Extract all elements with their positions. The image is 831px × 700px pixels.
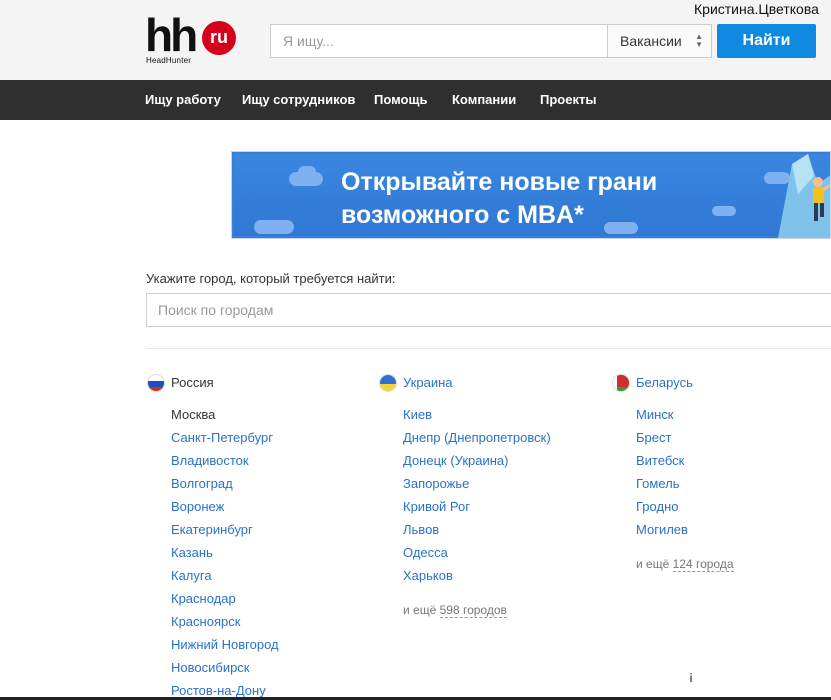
country-name: Украина bbox=[403, 375, 453, 390]
city-link[interactable]: Ростов-на-Дону bbox=[171, 683, 266, 698]
city-link[interactable]: Одесса bbox=[403, 545, 448, 560]
banner-headline: Открывайте новые грани возможного с MBA* bbox=[341, 166, 657, 232]
banner-background: Открывайте новые грани возможного с MBA* bbox=[234, 154, 830, 238]
city-link[interactable]: Красноярск bbox=[171, 614, 240, 629]
logo-text: hh bbox=[145, 9, 198, 61]
cloud-icon bbox=[254, 220, 294, 234]
select-arrows-icon: ▲ ▼ bbox=[695, 32, 703, 49]
city-link[interactable]: Гомель bbox=[636, 476, 680, 491]
climber-illustration bbox=[778, 154, 830, 238]
russia-flag-icon bbox=[147, 374, 165, 392]
city-link[interactable]: Могилев bbox=[636, 522, 688, 537]
divider bbox=[146, 348, 831, 349]
more-cities-link[interactable]: 598 городов bbox=[439, 603, 507, 618]
city-link[interactable]: Калуга bbox=[171, 568, 212, 583]
city-link[interactable]: Санкт-Петербург bbox=[171, 430, 273, 445]
city-link[interactable]: Запорожье bbox=[403, 476, 469, 491]
city-link[interactable]: Киев bbox=[403, 407, 432, 422]
city-link[interactable]: Харьков bbox=[403, 568, 453, 583]
more-cities-ukraine: и ещё 598 городов bbox=[403, 603, 507, 618]
city-link[interactable]: Казань bbox=[171, 545, 213, 560]
nav-item-job-search[interactable]: Ищу работу bbox=[145, 80, 221, 120]
city-link[interactable]: Днепр (Днепропетровск) bbox=[403, 430, 551, 445]
city-link[interactable]: Брест bbox=[636, 430, 671, 445]
belarus-flag-icon bbox=[612, 374, 630, 392]
more-cities-belarus: и ещё 124 города bbox=[636, 557, 734, 572]
more-cities-link[interactable]: 124 города bbox=[672, 557, 734, 572]
nav-item-companies[interactable]: Компании bbox=[452, 80, 516, 120]
city-prompt-label: Укажите город, который требуется найти: bbox=[146, 271, 396, 286]
cloud-icon bbox=[298, 166, 316, 178]
more-prefix: и ещё bbox=[636, 557, 670, 571]
top-header: hh ru HeadHunter Я ищу... Вакансии ▲ ▼ На… bbox=[0, 0, 831, 80]
city-link[interactable]: Кривой Рог bbox=[403, 499, 470, 514]
search-scope-select[interactable]: Вакансии ▲ ▼ bbox=[607, 24, 712, 58]
ukraine-flag-icon bbox=[379, 374, 397, 392]
logo-subtitle: HeadHunter bbox=[146, 56, 192, 65]
recommend-watermark: i RECOMMEND.RU bbox=[681, 666, 831, 692]
city-link[interactable]: Новосибирск bbox=[171, 660, 250, 675]
city-link[interactable]: Витебск bbox=[636, 453, 684, 468]
city-link[interactable]: Краснодар bbox=[171, 591, 236, 606]
country-name: Беларусь bbox=[636, 375, 693, 390]
city-link[interactable]: Минск bbox=[636, 407, 673, 422]
city-link[interactable]: Воронеж bbox=[171, 499, 224, 514]
city-link[interactable]: Екатеринбург bbox=[171, 522, 253, 537]
search-input[interactable]: Я ищу... bbox=[270, 24, 608, 58]
city-link[interactable]: Владивосток bbox=[171, 453, 249, 468]
search-button[interactable]: Найти bbox=[717, 24, 816, 58]
city-link[interactable]: Гродно bbox=[636, 499, 678, 514]
search-scope-label: Вакансии bbox=[620, 33, 682, 49]
ad-banner[interactable]: Открывайте новые грани возможного с MBA* bbox=[231, 151, 831, 239]
city-link[interactable]: Львов bbox=[403, 522, 439, 537]
hh-logo[interactable]: hh ru HeadHunter bbox=[145, 9, 240, 68]
nav-item-help[interactable]: Помощь bbox=[374, 80, 427, 120]
more-prefix: и ещё bbox=[403, 603, 437, 617]
city-link[interactable]: Донецк (Украина) bbox=[403, 453, 509, 468]
city-link[interactable]: Нижний Новгород bbox=[171, 637, 279, 652]
nav-item-projects[interactable]: Проекты bbox=[540, 80, 596, 120]
cloud-icon bbox=[712, 206, 736, 216]
city-link-current[interactable]: Москва bbox=[171, 407, 215, 422]
watermark-badge-icon: i bbox=[681, 668, 701, 688]
username-link[interactable]: Кристина.Цветкова bbox=[694, 1, 819, 17]
logo-badge: ru bbox=[202, 21, 236, 55]
nav-item-employee-search[interactable]: Ищу сотрудников bbox=[242, 80, 355, 120]
banner-line-1: Открывайте новые грани bbox=[341, 168, 658, 196]
city-search-input[interactable]: Поиск по городам bbox=[146, 293, 831, 327]
country-name: Россия bbox=[171, 375, 214, 390]
banner-line-2: возможного с MBA* bbox=[341, 201, 584, 229]
watermark-text: RECOMMEND.RU bbox=[705, 671, 815, 686]
main-nav: Ищу работу Ищу сотрудников Помощь Компан… bbox=[0, 80, 831, 120]
city-link[interactable]: Волгоград bbox=[171, 476, 233, 491]
